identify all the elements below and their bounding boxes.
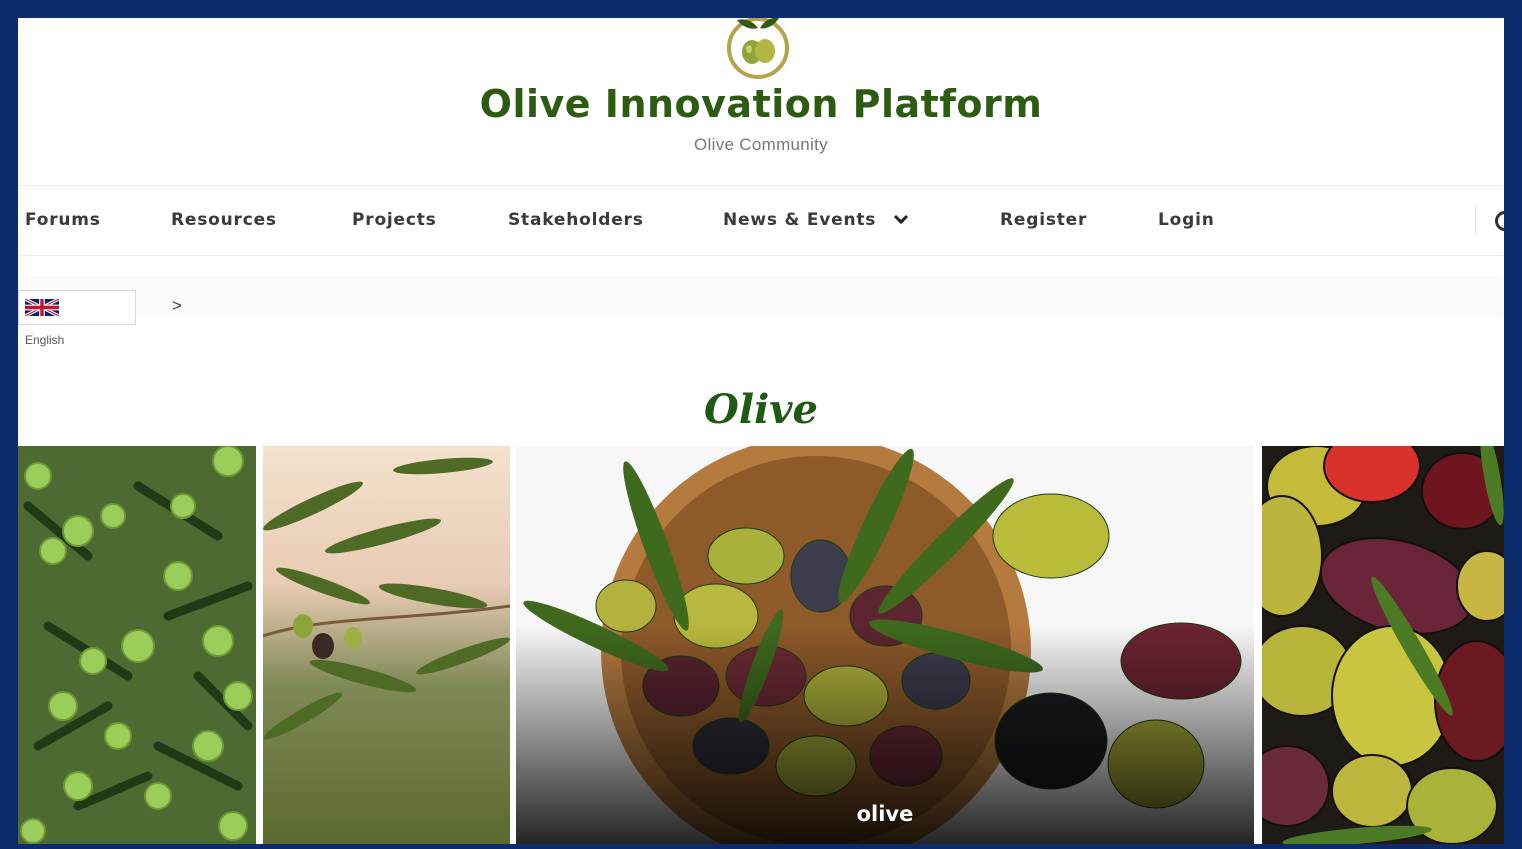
search-icon[interactable]: [1495, 211, 1504, 231]
language-label: English: [25, 333, 65, 347]
gallery-tile-mixed-olives[interactable]: [1262, 446, 1504, 844]
site-title[interactable]: Olive Innovation Platform: [18, 82, 1504, 126]
nav-item-news-events[interactable]: News & Events: [723, 210, 909, 230]
page-frame: Olive Innovation Platform Olive Communit…: [18, 18, 1504, 844]
gallery-tile-olive-branch[interactable]: [263, 446, 510, 844]
olive-branch-image: [263, 446, 510, 844]
nav-item-news-events-label: News & Events: [723, 210, 877, 230]
uk-flag-icon: [25, 299, 59, 316]
gallery-tile-caption: olive: [856, 802, 914, 826]
olive-tree-image: [18, 446, 256, 844]
gallery-tile-olive-tree[interactable]: [18, 446, 256, 844]
main-nav: Forums Resources Projects Stakeholders N…: [18, 186, 1504, 255]
gallery-tile-olive-bowl[interactable]: olive: [516, 446, 1254, 844]
nav-item-login[interactable]: Login: [1158, 210, 1215, 230]
nav-item-projects[interactable]: Projects: [352, 210, 437, 230]
nav-item-resources[interactable]: Resources: [171, 210, 277, 230]
language-selector[interactable]: [18, 290, 136, 325]
breadcrumb-separator: >: [172, 296, 182, 315]
breadcrumb: [18, 276, 1504, 318]
nav-item-register[interactable]: Register: [1000, 210, 1087, 230]
nav-divider: [1475, 206, 1476, 234]
olive-branch-logo-icon[interactable]: [713, 18, 803, 92]
nav-item-forums[interactable]: Forums: [25, 210, 101, 230]
nav-item-stakeholders[interactable]: Stakeholders: [508, 210, 644, 230]
section-title: Olive: [704, 386, 818, 433]
chevron-down-icon: [893, 210, 909, 230]
olive-bowl-image: [516, 446, 1254, 844]
site-subtitle: Olive Community: [694, 135, 828, 154]
mixed-olives-image: [1262, 446, 1504, 844]
nav-divider-line: [18, 255, 1504, 256]
